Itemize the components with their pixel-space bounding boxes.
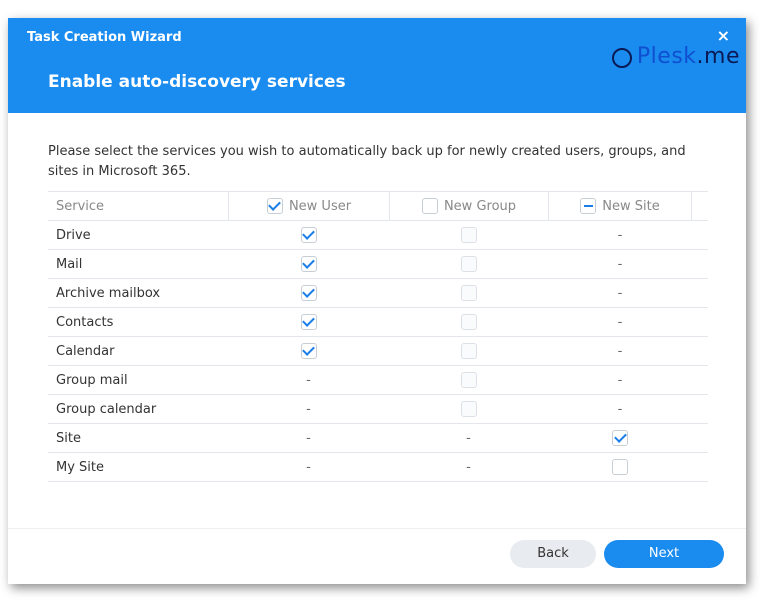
- not-applicable-dash: -: [617, 343, 623, 359]
- not-applicable-dash: -: [617, 372, 623, 388]
- not-applicable-dash: -: [466, 430, 471, 446]
- new-group-select-all-checkbox[interactable]: [421, 198, 438, 214]
- new-group-cell: [389, 250, 548, 278]
- table-row-archive-mailbox: Archive mailbox -: [48, 279, 708, 308]
- footer-divider: [8, 528, 746, 529]
- table-row-drive: Drive -: [48, 221, 708, 250]
- new-user-checkbox[interactable]: [300, 285, 317, 301]
- not-applicable-dash: -: [306, 459, 311, 475]
- new-group-checkbox: [460, 343, 477, 359]
- new-site-cell: [548, 453, 692, 481]
- new-group-cell: [389, 395, 548, 423]
- new-user-cell: [228, 337, 389, 365]
- service-name: Drive: [56, 227, 91, 243]
- not-applicable-dash: -: [306, 401, 311, 417]
- new-group-header-label: New Group: [443, 198, 517, 214]
- new-user-cell: [228, 221, 389, 249]
- new-group-checkbox: [460, 227, 477, 243]
- column-header-new-group: New Group: [389, 192, 548, 220]
- table-row-my-site: My Site - -: [48, 453, 708, 482]
- column-header-new-user: New User: [228, 192, 389, 220]
- new-site-cell: [548, 424, 692, 452]
- step-title: Enable auto-discovery services: [48, 72, 346, 92]
- new-group-cell: [389, 279, 548, 307]
- new-user-header-label: New User: [288, 198, 352, 214]
- column-header-new-site: New Site: [548, 192, 692, 220]
- not-applicable-dash: -: [617, 314, 623, 330]
- new-site-cell: -: [548, 395, 692, 423]
- service-name: Site: [56, 430, 81, 446]
- watermark-main-text: Plesk: [636, 44, 697, 69]
- new-site-checkbox[interactable]: [612, 430, 628, 446]
- new-user-checkbox[interactable]: [300, 256, 317, 272]
- table-row-group-mail: Group mail - -: [48, 366, 708, 395]
- new-user-select-all-checkbox[interactable]: [266, 198, 283, 214]
- new-group-cell: [389, 337, 548, 365]
- step-description: Please select the services you wish to a…: [48, 144, 686, 179]
- new-user-cell: [228, 250, 389, 278]
- service-name: Group calendar: [56, 401, 157, 417]
- not-applicable-dash: -: [617, 401, 623, 417]
- new-site-header-label: New Site: [602, 198, 660, 214]
- new-group-checkbox: [460, 256, 477, 272]
- new-group-cell: [389, 221, 548, 249]
- task-creation-wizard-dialog: Task Creation Wizard × Plesk .me Enable …: [8, 18, 746, 584]
- new-group-checkbox: [460, 401, 477, 417]
- new-user-cell: -: [228, 395, 389, 423]
- not-applicable-dash: -: [466, 459, 471, 475]
- plesk-watermark: Plesk .me: [611, 44, 740, 69]
- new-site-cell: -: [548, 337, 692, 365]
- next-button[interactable]: Next: [604, 540, 724, 568]
- not-applicable-dash: -: [306, 372, 311, 388]
- new-group-cell: -: [389, 424, 548, 452]
- table-row-site: Site - -: [48, 424, 708, 453]
- new-site-cell: -: [548, 221, 692, 249]
- service-name: Archive mailbox: [56, 285, 161, 301]
- wizard-title: Task Creation Wizard: [27, 30, 182, 45]
- column-header-service: Service: [56, 198, 105, 214]
- not-applicable-dash: -: [617, 256, 623, 272]
- new-site-cell: -: [548, 279, 692, 307]
- table-row-mail: Mail -: [48, 250, 708, 279]
- new-group-checkbox: [460, 285, 477, 301]
- new-group-checkbox: [460, 372, 477, 388]
- table-row-group-calendar: Group calendar - -: [48, 395, 708, 424]
- new-site-checkbox[interactable]: [612, 459, 628, 475]
- new-site-cell: -: [548, 308, 692, 336]
- new-user-cell: [228, 279, 389, 307]
- new-user-checkbox[interactable]: [300, 314, 317, 330]
- new-group-cell: -: [389, 453, 548, 481]
- back-button[interactable]: Back: [510, 540, 596, 568]
- new-group-checkbox: [460, 314, 477, 330]
- new-user-checkbox[interactable]: [300, 227, 317, 243]
- not-applicable-dash: -: [306, 430, 311, 446]
- table-row-calendar: Calendar -: [48, 337, 708, 366]
- table-header-row: Service New User New Group New Site: [48, 192, 708, 221]
- new-user-cell: [228, 308, 389, 336]
- close-icon[interactable]: ×: [717, 28, 730, 44]
- service-name: Mail: [56, 256, 83, 272]
- new-user-checkbox[interactable]: [300, 343, 317, 359]
- new-user-cell: -: [228, 366, 389, 394]
- watermark-logo-icon: [611, 47, 632, 68]
- watermark-suffix-text: .me: [696, 44, 740, 69]
- table-row-contacts: Contacts -: [48, 308, 708, 337]
- service-name: Calendar: [56, 343, 115, 359]
- not-applicable-dash: -: [617, 227, 623, 243]
- not-applicable-dash: -: [617, 285, 623, 301]
- new-group-cell: [389, 308, 548, 336]
- service-name: My Site: [56, 459, 105, 475]
- new-site-select-all-checkbox[interactable]: [580, 198, 597, 214]
- dialog-header: Task Creation Wizard × Plesk .me Enable …: [8, 18, 746, 113]
- new-group-cell: [389, 366, 548, 394]
- new-site-cell: -: [548, 366, 692, 394]
- service-name: Group mail: [56, 372, 128, 388]
- new-site-cell: -: [548, 250, 692, 278]
- service-name: Contacts: [56, 314, 114, 330]
- new-user-cell: -: [228, 453, 389, 481]
- new-user-cell: -: [228, 424, 389, 452]
- services-table: Service New User New Group New Site Driv…: [48, 191, 708, 482]
